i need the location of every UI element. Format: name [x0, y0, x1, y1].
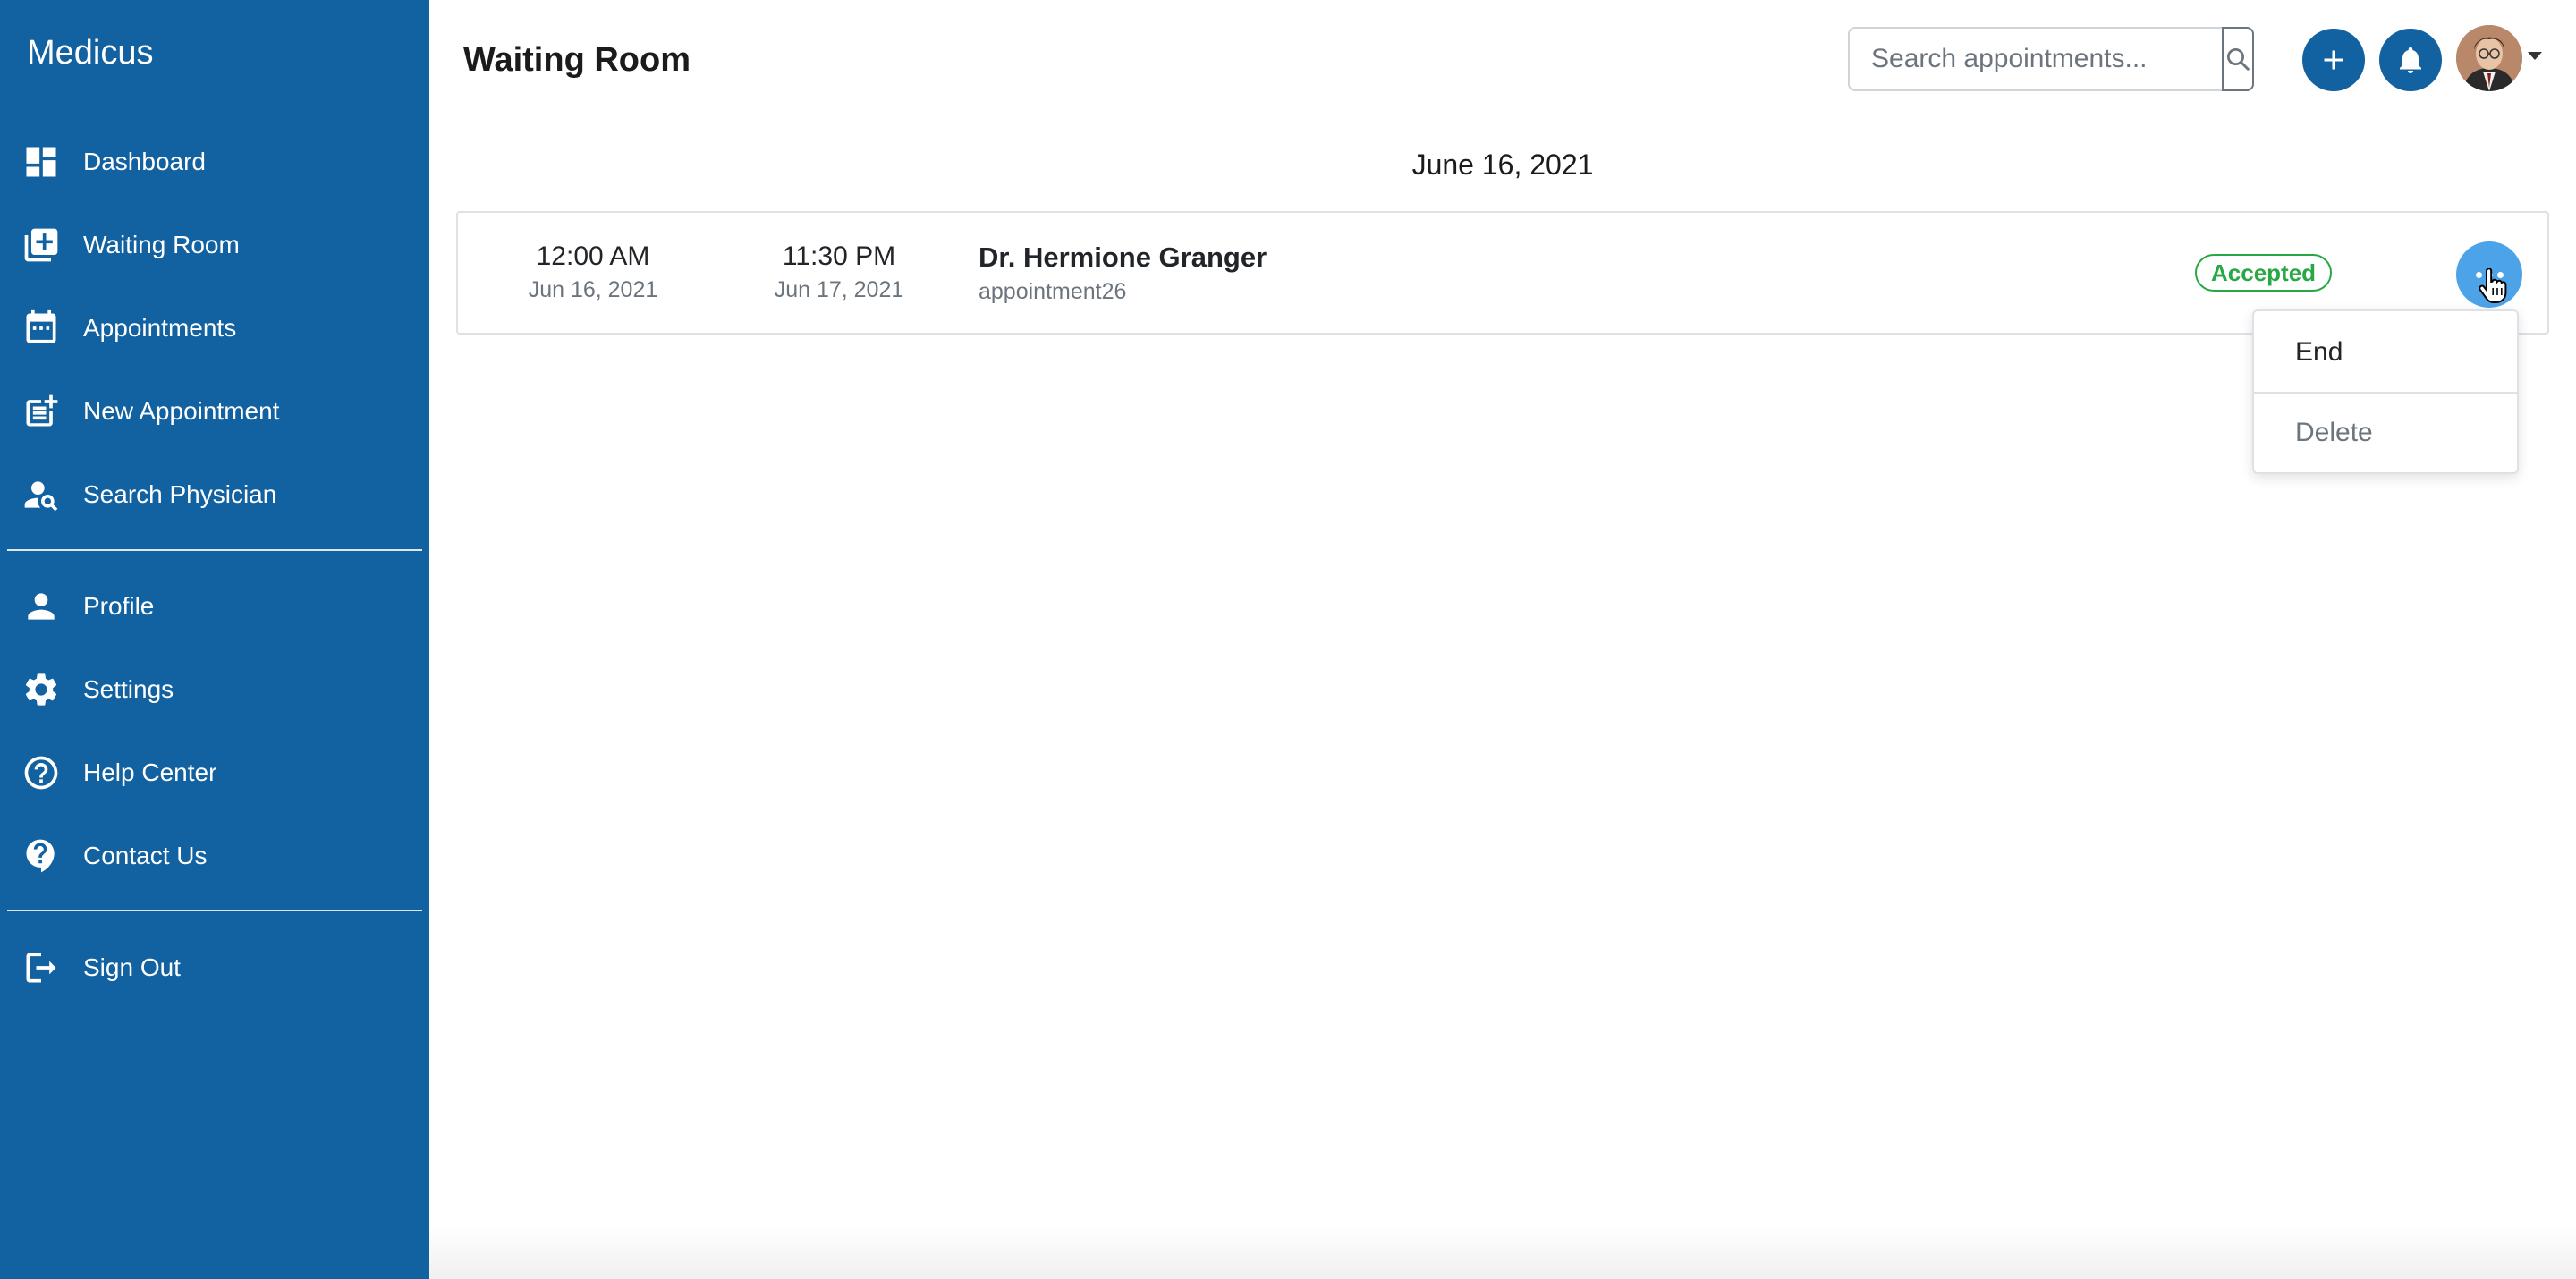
sidebar-item-waiting-room[interactable]: Waiting Room	[0, 209, 429, 281]
person-search-icon	[21, 475, 61, 514]
sidebar-item-label: Dashboard	[83, 148, 206, 175]
end-time-block: 11:30 PM Jun 17, 2021	[741, 241, 937, 303]
sidebar-item-search-physician[interactable]: Search Physician	[0, 459, 429, 530]
doctor-name: Dr. Hermione Granger	[979, 241, 1267, 273]
search-button[interactable]	[2222, 27, 2254, 91]
status-badge: Accepted	[2195, 254, 2333, 292]
sidebar-divider	[7, 910, 422, 911]
sidebar-item-label: Appointments	[83, 314, 237, 342]
sidebar-item-help-center[interactable]: Help Center	[0, 737, 429, 809]
sidebar-item-settings[interactable]: Settings	[0, 654, 429, 725]
end-date: Jun 17, 2021	[774, 277, 904, 302]
search-icon	[2227, 48, 2250, 71]
sidebar-item-label: Sign Out	[83, 953, 181, 981]
add-button[interactable]	[2302, 29, 2365, 91]
app-root: Medicus Dashboard Waiting Room Appointme…	[0, 0, 2576, 1279]
caret-down-icon[interactable]	[2528, 52, 2542, 60]
calendar-icon	[21, 309, 61, 348]
menu-item-delete[interactable]: Delete	[2254, 394, 2517, 472]
help-circle-icon	[21, 753, 61, 792]
post-add-icon	[21, 392, 61, 431]
dashboard-icon	[21, 142, 61, 182]
date-heading: June 16, 2021	[1411, 148, 1594, 181]
plus-icon	[2324, 50, 2343, 70]
brand-logo[interactable]: Medicus	[27, 34, 154, 72]
sidebar-item-label: Profile	[83, 592, 155, 620]
sign-out-icon	[21, 948, 61, 987]
sidebar-item-label: New Appointment	[83, 397, 280, 425]
add-box-icon	[21, 225, 61, 265]
start-date: Jun 16, 2021	[528, 277, 658, 302]
sidebar-item-label: Settings	[83, 675, 174, 703]
sidebar-item-profile[interactable]: Profile	[0, 571, 429, 642]
sidebar: Medicus Dashboard Waiting Room Appointme…	[0, 0, 429, 1279]
avatar-portrait	[2456, 25, 2522, 91]
appointment-id: appointment26	[979, 279, 1127, 304]
sidebar-divider	[7, 549, 422, 551]
sidebar-item-contact-us[interactable]: Contact Us	[0, 820, 429, 892]
end-time: 11:30 PM	[782, 241, 896, 271]
appointment-actions-menu: End Delete	[2252, 309, 2519, 474]
start-time: 12:00 AM	[536, 241, 650, 271]
start-time-block: 12:00 AM Jun 16, 2021	[495, 241, 691, 303]
avatar[interactable]	[2456, 25, 2522, 91]
sidebar-item-label: Search Physician	[83, 480, 277, 508]
bottom-fade	[429, 1225, 2576, 1279]
sidebar-item-label: Contact Us	[83, 842, 208, 869]
sidebar-item-sign-out[interactable]: Sign Out	[0, 932, 429, 1004]
person-icon	[21, 587, 61, 626]
sidebar-item-label: Waiting Room	[83, 231, 240, 258]
gear-icon	[21, 670, 61, 709]
notifications-button[interactable]	[2379, 29, 2442, 91]
sidebar-item-label: Help Center	[83, 758, 217, 786]
help-bubble-icon	[21, 836, 61, 876]
bell-icon	[2400, 47, 2421, 73]
search-bar	[1848, 27, 2254, 91]
doctor-block: Dr. Hermione Granger appointment26	[979, 241, 1267, 305]
page-title: Waiting Room	[463, 41, 691, 79]
appointment-card[interactable]: 12:00 AM Jun 16, 2021 11:30 PM Jun 17, 2…	[456, 211, 2549, 335]
search-input[interactable]	[1848, 27, 2222, 91]
menu-item-end[interactable]: End	[2254, 313, 2517, 392]
sidebar-item-dashboard[interactable]: Dashboard	[0, 126, 429, 198]
sidebar-item-appointments[interactable]: Appointments	[0, 292, 429, 364]
sidebar-item-new-appointment[interactable]: New Appointment	[0, 376, 429, 447]
hand-cursor-icon	[2479, 268, 2507, 303]
